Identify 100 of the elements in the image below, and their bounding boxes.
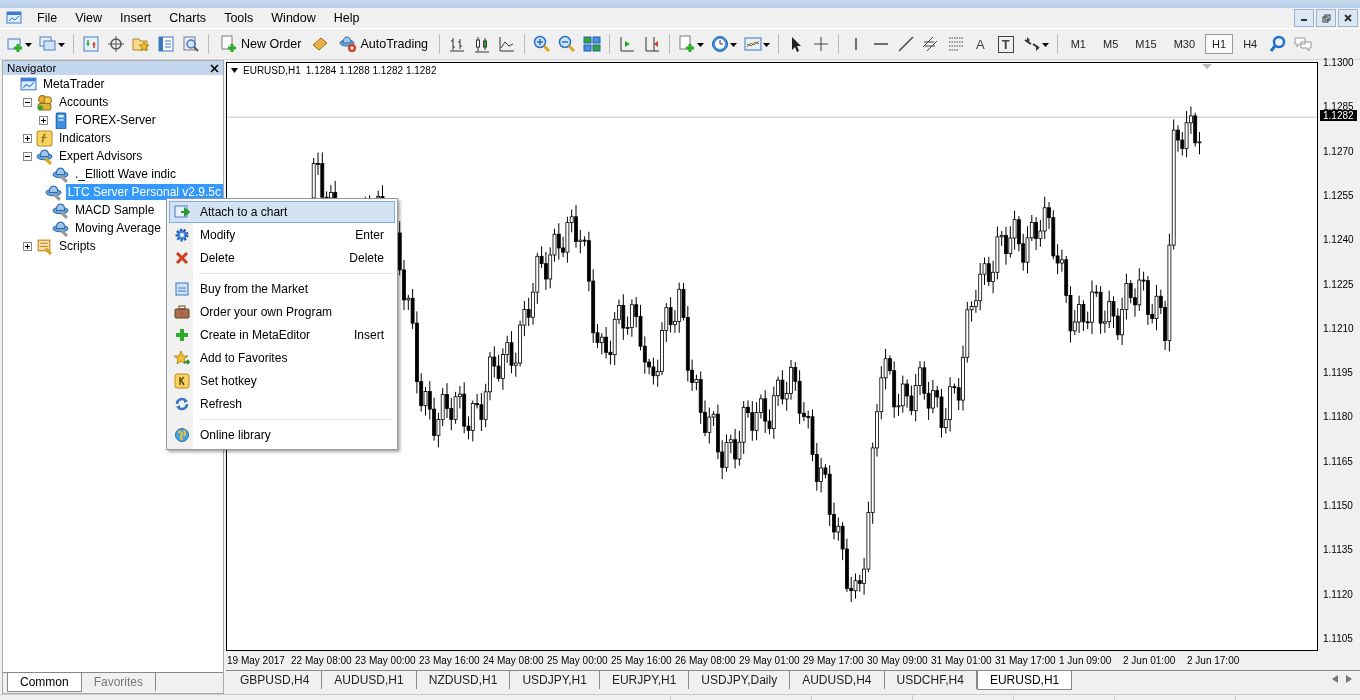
expand-icon[interactable] (23, 241, 32, 251)
timeframe-button[interactable]: M15 (1128, 34, 1164, 54)
close-icon[interactable] (210, 63, 219, 73)
price-label: 1.1135 (1323, 544, 1353, 556)
timeframe-button[interactable]: M5 (1096, 34, 1126, 54)
tile-windows-icon[interactable] (583, 35, 602, 53)
hat-icon (52, 201, 69, 219)
shift-marker-icon[interactable] (1202, 64, 1212, 69)
arrows-icon[interactable] (1022, 35, 1041, 53)
clock-icon[interactable] (711, 35, 730, 53)
trendline-icon[interactable] (897, 35, 916, 53)
price-label: 1.1255 (1323, 189, 1354, 201)
market-watch-icon[interactable] (82, 35, 100, 53)
menu-item[interactable]: Delete Delete (169, 247, 395, 269)
price-label: 1.1105 (1323, 632, 1353, 644)
time-label: 30 May 09:00 (867, 655, 928, 666)
tree-item[interactable]: Expert Advisors (57, 148, 145, 164)
panel-tab[interactable]: Common (7, 673, 82, 692)
menu-item[interactable]: Insert (111, 11, 161, 25)
auto-scroll-icon[interactable] (618, 35, 637, 53)
expand-icon[interactable] (23, 133, 32, 143)
scroll-left-icon[interactable] (1332, 675, 1338, 683)
menu-item[interactable]: Set hotkey (169, 370, 395, 392)
chart-tab[interactable]: GBPUSD,H4 (228, 671, 323, 689)
close-icon[interactable] (1338, 9, 1358, 27)
tree-item[interactable]: MetaTrader (41, 76, 107, 92)
scroll-right-icon[interactable] (1346, 675, 1352, 683)
chart-tab[interactable]: USDCHF,H4 (884, 671, 977, 689)
time-label: 23 May 16:00 (419, 655, 480, 666)
chart-symbol: EURUSD,H1 (243, 65, 301, 76)
star-folder-icon[interactable] (132, 35, 150, 53)
collapse-icon[interactable] (23, 151, 32, 161)
autotrading-button[interactable]: AutoTrading (334, 32, 434, 56)
tree-item[interactable]: FOREX-Server (73, 112, 158, 128)
terminal-icon[interactable] (157, 35, 175, 53)
shortcut-label: Enter (355, 228, 385, 242)
search-icon[interactable] (1269, 35, 1288, 53)
menu-item-label: Create in MetaEditor (200, 328, 312, 342)
menu-item[interactable]: Refresh (169, 393, 395, 415)
timeframe-button[interactable]: H4 (1236, 34, 1265, 54)
chart-shift-icon[interactable] (643, 35, 662, 53)
text-tool[interactable]: A (970, 34, 991, 54)
tree-item[interactable]: Moving Average (73, 220, 163, 236)
new-order-button[interactable]: New Order (215, 32, 307, 56)
people-icon (36, 93, 53, 111)
menu-item[interactable]: Online library (169, 424, 395, 446)
zoom-out-icon[interactable] (558, 35, 577, 53)
shortcut-label: Insert (354, 328, 385, 342)
menu-item[interactable]: File (28, 11, 67, 25)
zoom-in-icon[interactable] (533, 35, 552, 53)
restore-icon[interactable] (1316, 9, 1336, 27)
candlestick-icon[interactable] (473, 35, 492, 53)
menu-item-label: Online library (200, 428, 272, 442)
crosshair-icon[interactable] (107, 35, 125, 53)
dropdown-icon[interactable] (231, 68, 238, 73)
menu-item[interactable]: Create in MetaEditor Insert (169, 324, 395, 346)
tree-item[interactable]: Indicators (57, 130, 114, 146)
time-label: 24 May 08:00 (483, 655, 544, 666)
menu-item[interactable]: Order your own Program (169, 301, 395, 323)
line-chart-icon[interactable] (498, 35, 517, 53)
panel-tab[interactable]: Favorites (81, 673, 157, 691)
bar-chart-icon[interactable] (448, 35, 467, 53)
menu-item[interactable]: View (66, 11, 112, 25)
tree-item[interactable]: Accounts (57, 94, 111, 110)
chart-tab[interactable]: USDJPY,Daily (689, 671, 791, 689)
menu-item[interactable]: Attach to a chart (169, 201, 395, 223)
menu-item[interactable]: Tools (215, 11, 263, 25)
menu-item[interactable]: Charts (160, 11, 216, 25)
timeframe-button[interactable]: M30 (1166, 34, 1203, 54)
hat-icon (52, 165, 69, 183)
menu-item[interactable]: Buy from the Market (169, 278, 395, 300)
current-price-label: 1.1282 (1320, 110, 1357, 122)
menu-item[interactable]: Modify Enter (169, 224, 395, 246)
time-label: 29 May 01:00 (739, 655, 800, 666)
tree-item[interactable]: MACD Sample (73, 202, 157, 218)
time-label: 26 May 08:00 (675, 655, 736, 666)
magnifier-page-icon[interactable] (182, 35, 200, 53)
collapse-icon[interactable] (23, 97, 32, 107)
time-label: 25 May 00:00 (547, 655, 608, 666)
hat-icon (44, 183, 62, 201)
chart-tab[interactable]: AUDUSD,H4 (790, 671, 885, 689)
chart-tab[interactable]: AUDUSD,H1 (322, 671, 417, 689)
price-label: 1.1270 (1323, 145, 1354, 157)
text-label-tool[interactable]: T (997, 35, 1014, 53)
menu-item[interactable]: Window (262, 11, 325, 25)
chart-tab[interactable]: USDJPY,H1 (510, 671, 600, 689)
expand-icon[interactable] (39, 115, 48, 125)
chart-tab[interactable]: EURUSD,H1 (976, 671, 1073, 690)
monitor-chart-icon (20, 75, 37, 93)
tree-item[interactable]: ._Elliott Wave indic (73, 166, 178, 182)
menu-item[interactable]: Add to Favorites (169, 347, 395, 369)
price-label: 1.1300 (1323, 57, 1354, 68)
app-icon[interactable] (6, 10, 22, 26)
timeframe-button[interactable]: M1 (1063, 34, 1093, 54)
timeframe-button[interactable]: H1 (1205, 34, 1234, 54)
chart-tab[interactable]: NZDUSD,H1 (416, 671, 511, 689)
minimize-icon[interactable] (1294, 9, 1314, 27)
chart-tab[interactable]: EURJPY,H1 (599, 671, 690, 689)
tree-item[interactable]: Scripts (57, 238, 98, 254)
menu-item[interactable]: Help (324, 11, 369, 25)
